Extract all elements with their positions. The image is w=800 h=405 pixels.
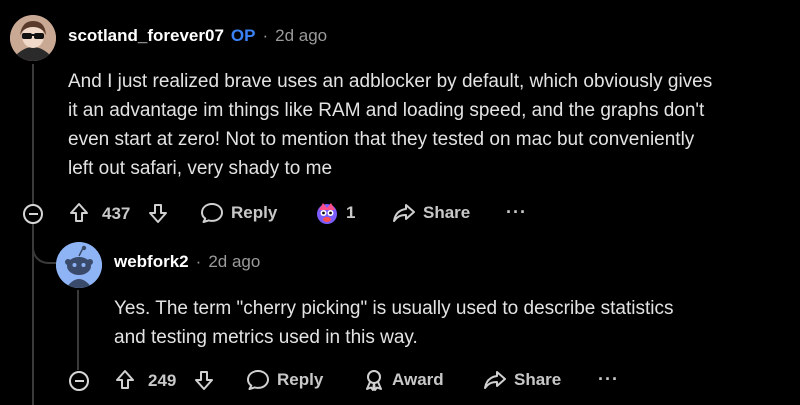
collapse-button[interactable]	[69, 371, 89, 391]
comment-body: And I just realized brave uses an adbloc…	[68, 67, 788, 183]
share-button[interactable]: Share	[392, 202, 470, 224]
username[interactable]: scotland_forever07	[68, 26, 224, 46]
upvote-icon	[70, 203, 88, 222]
separator: ·	[195, 252, 202, 271]
avatar[interactable]	[10, 15, 56, 61]
snoo-avatar-icon	[56, 242, 102, 288]
downvote-button[interactable]	[193, 369, 215, 391]
award-count: 1	[346, 203, 356, 222]
award-emoji-icon	[317, 203, 337, 224]
downvote-button[interactable]	[147, 202, 169, 224]
share-label: Share	[514, 370, 562, 389]
downvote-icon	[149, 204, 167, 223]
separator: ·	[262, 26, 269, 45]
comment-body-line: left out safari, very shady to me	[68, 158, 333, 179]
user-avatar-icon	[10, 15, 56, 61]
comment-body-line: even start at zero! Not to mention that …	[68, 129, 695, 150]
reply-button[interactable]: Reply	[246, 369, 323, 391]
comment-header: webfork2 · 2d ago	[114, 252, 260, 272]
reply-icon	[201, 203, 223, 223]
comment-body: Yes. The term "cherry picking" is usuall…	[114, 294, 794, 352]
op-badge: OP	[230, 26, 256, 45]
comment-body-line: and testing metrics used in this way.	[114, 327, 418, 348]
comment-body-line: And I just realized brave uses an adbloc…	[68, 71, 713, 92]
upvote-icon	[116, 370, 134, 389]
share-icon	[393, 204, 415, 222]
comment-header: scotland_forever07 OP · 2d ago	[68, 26, 327, 46]
avatar[interactable]	[56, 242, 102, 288]
upvote-button[interactable]	[68, 202, 90, 224]
award-button[interactable]: Award	[362, 369, 444, 391]
reply-button[interactable]: Reply	[200, 202, 277, 224]
reply-label: Reply	[231, 203, 278, 222]
score: 249	[148, 371, 177, 390]
reply-label: Reply	[277, 370, 324, 389]
downvote-icon	[195, 371, 213, 390]
share-label: Share	[423, 203, 471, 222]
timestamp[interactable]: 2d ago	[208, 252, 260, 272]
timestamp[interactable]: 2d ago	[275, 26, 327, 46]
share-icon	[484, 371, 506, 389]
score: 437	[102, 204, 131, 223]
award-label: Award	[392, 370, 444, 389]
comment-body-line: it an advantage im things like RAM and l…	[68, 100, 705, 121]
thread-line-reply	[77, 290, 79, 370]
more-options-button[interactable]: ···	[598, 369, 619, 390]
username[interactable]: webfork2	[114, 252, 189, 272]
collapse-button[interactable]	[23, 204, 43, 224]
share-button[interactable]: Share	[483, 369, 561, 391]
award-icon	[366, 370, 382, 391]
comment-body-line: Yes. The term "cherry picking" is usuall…	[114, 298, 674, 319]
reply-icon	[247, 370, 269, 390]
award-button[interactable]: 1	[314, 200, 355, 226]
upvote-button[interactable]	[114, 369, 136, 391]
more-options-button[interactable]: ···	[506, 202, 527, 223]
